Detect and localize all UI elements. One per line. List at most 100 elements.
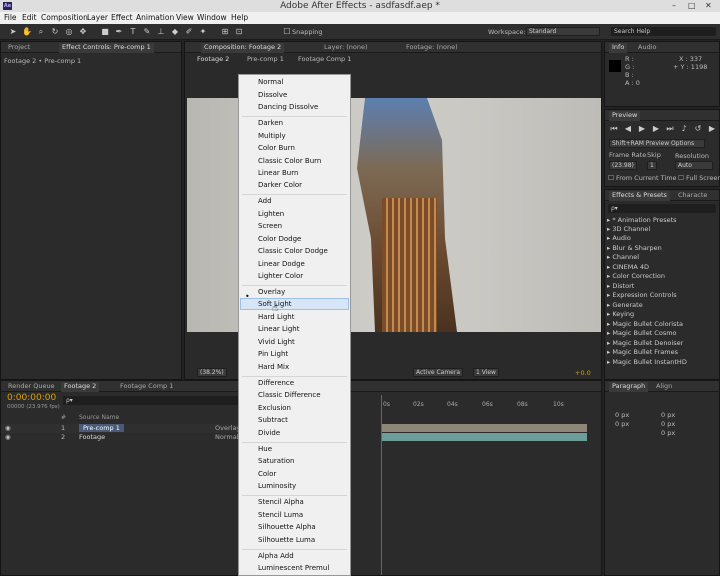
effects-category[interactable]: ▸ * Animation Presets	[607, 216, 677, 224]
blend-mode-linear-light[interactable]: Linear Light	[258, 325, 299, 333]
zoom-select[interactable]: (38.2%)	[197, 368, 227, 377]
tab-audio[interactable]: Audio	[635, 43, 659, 53]
puppet-tool-icon[interactable]: ✦	[198, 27, 208, 37]
blend-mode-divide[interactable]: Divide	[258, 429, 280, 437]
blend-mode-silhouette-luma[interactable]: Silhouette Luma	[258, 536, 315, 544]
blend-mode-normal[interactable]: Normal	[258, 78, 283, 86]
blend-mode-classic-color-dodge[interactable]: Classic Color Dodge	[258, 247, 328, 255]
blend-mode-exclusion[interactable]: Exclusion	[258, 404, 291, 412]
effects-category[interactable]: ▸ CINEMA 4D	[607, 263, 649, 271]
blend-mode-stencil-alpha[interactable]: Stencil Alpha	[258, 498, 304, 506]
blend-mode-vivid-light[interactable]: Vivid Light	[258, 338, 295, 346]
tab-footage-2[interactable]: Footage 2	[61, 382, 100, 392]
eraser-tool-icon[interactable]: ◆	[170, 27, 180, 37]
effects-category[interactable]: ▸ Audio	[607, 234, 631, 242]
indent-left-value[interactable]: 0 px	[615, 411, 629, 419]
blend-mode-hard-light[interactable]: Hard Light	[258, 313, 294, 321]
flow-tab-footage-comp-1[interactable]: Footage Comp 1	[298, 55, 351, 63]
tab-character[interactable]: Characte	[675, 191, 710, 201]
effects-category[interactable]: ▸ 3D Channel	[607, 225, 650, 233]
blend-mode-lighter-color[interactable]: Lighter Color	[258, 272, 303, 280]
blend-mode-overlay[interactable]: Overlay	[258, 288, 285, 296]
clone-tool-icon[interactable]: ⊥	[156, 27, 166, 37]
frame-rate-select[interactable]: (23.98)	[609, 161, 637, 170]
tab-paragraph[interactable]: Paragraph	[609, 382, 649, 392]
menu-effect[interactable]: Effect	[111, 13, 133, 22]
blend-mode-dissolve[interactable]: Dissolve	[258, 91, 287, 99]
space-before-value[interactable]: 0 px	[661, 420, 675, 428]
blend-mode-classic-color-burn[interactable]: Classic Color Burn	[258, 157, 321, 165]
camera-select[interactable]: Active Camera	[413, 368, 464, 377]
menu-edit[interactable]: Edit	[22, 13, 37, 22]
visibility-eye-icon[interactable]: ◉	[5, 424, 11, 432]
tab-layer[interactable]: Layer: (none)	[321, 43, 371, 53]
tab-effects-presets[interactable]: Effects & Presets	[609, 191, 670, 201]
tab-info[interactable]: Info	[609, 43, 628, 53]
hand-tool-icon[interactable]: ✋	[22, 27, 32, 37]
layer-name[interactable]: Pre-comp 1	[79, 424, 124, 432]
blend-mode-lighten[interactable]: Lighten	[258, 210, 284, 218]
blend-mode-color-dodge[interactable]: Color Dodge	[258, 235, 301, 243]
roto-brush-tool-icon[interactable]: ✐	[184, 27, 194, 37]
blend-mode-dancing-dissolve[interactable]: Dancing Dissolve	[258, 103, 318, 111]
play-icon[interactable]: ▶	[637, 124, 647, 134]
tab-project[interactable]: Project	[5, 43, 33, 53]
pen-tool-icon[interactable]: ✒	[114, 27, 124, 37]
layer-bar-pre-comp[interactable]	[381, 424, 587, 432]
minimize-button[interactable]: –	[672, 1, 676, 10]
menu-composition[interactable]: Composition	[41, 13, 88, 22]
rectangle-tool-icon[interactable]: ■	[100, 27, 110, 37]
menu-layer[interactable]: Layer	[87, 13, 108, 22]
blend-mode-stencil-luma[interactable]: Stencil Luma	[258, 511, 303, 519]
snapping-checkbox[interactable]: ☐	[282, 27, 292, 37]
layer-bar-footage[interactable]	[381, 433, 587, 441]
full-screen-checkbox[interactable]: ☐	[678, 174, 684, 182]
first-frame-icon[interactable]: ⏮	[609, 124, 619, 134]
blend-mode-darken[interactable]: Darken	[258, 119, 283, 127]
local-axis-icon[interactable]: ⊞	[220, 27, 230, 37]
effects-category[interactable]: ▸ Magic Bullet InstantHD	[607, 358, 687, 366]
effects-category[interactable]: ▸ Magic Bullet Colorista	[607, 320, 683, 328]
camera-tool-icon[interactable]: ◎	[64, 27, 74, 37]
loop-icon[interactable]: ↺	[693, 124, 703, 134]
last-frame-icon[interactable]: ⏭	[665, 124, 675, 134]
effects-category[interactable]: ▸ Expression Controls	[607, 291, 677, 299]
effects-category[interactable]: ▸ Blur & Sharpen	[607, 244, 662, 252]
timecode[interactable]: 0:00:00:00	[7, 393, 56, 403]
blend-mode-hard-mix[interactable]: Hard Mix	[258, 363, 289, 371]
effects-category[interactable]: ▸ Keying	[607, 310, 634, 318]
tab-render-queue[interactable]: Render Queue	[5, 382, 58, 392]
blend-mode-classic-difference[interactable]: Classic Difference	[258, 391, 321, 399]
exposure-value[interactable]: +0.0	[575, 369, 591, 377]
effects-category[interactable]: ▸ Channel	[607, 253, 639, 261]
blend-mode-saturation[interactable]: Saturation	[258, 457, 295, 465]
type-tool-icon[interactable]: T	[128, 27, 138, 37]
search-help-input[interactable]: Search Help	[611, 27, 716, 36]
indent-first-value[interactable]: 0 px	[615, 420, 629, 428]
tab-align[interactable]: Align	[653, 382, 675, 392]
effects-category[interactable]: ▸ Magic Bullet Denoiser	[607, 339, 683, 347]
blend-mode-silhouette-alpha[interactable]: Silhouette Alpha	[258, 523, 316, 531]
blend-mode-pin-light[interactable]: Pin Light	[258, 350, 288, 358]
flow-tab-footage-2[interactable]: Footage 2	[197, 55, 229, 63]
next-frame-icon[interactable]: ▶	[651, 124, 661, 134]
effects-search-input[interactable]: ρ▾	[608, 204, 716, 213]
tab-composition[interactable]: Composition: Footage 2	[201, 43, 285, 53]
workspace-select[interactable]: Standard	[526, 27, 600, 36]
blend-mode-linear-dodge[interactable]: Linear Dodge	[258, 260, 305, 268]
blend-mode-difference[interactable]: Difference	[258, 379, 294, 387]
effects-category[interactable]: ▸ Magic Bullet Cosmo	[607, 329, 677, 337]
world-axis-icon[interactable]: ⊡	[234, 27, 244, 37]
resolution-select[interactable]: Auto	[675, 161, 713, 170]
blend-mode-luminescent-premul[interactable]: Luminescent Premul	[258, 564, 329, 572]
blend-mode-add[interactable]: Add	[258, 197, 272, 205]
menu-help[interactable]: Help	[231, 13, 248, 22]
playhead[interactable]	[381, 395, 382, 575]
pan-behind-tool-icon[interactable]: ✥	[78, 27, 88, 37]
effects-category[interactable]: ▸ Magic Bullet Frames	[607, 348, 678, 356]
space-after-value[interactable]: 0 px	[661, 429, 675, 437]
layer-mode[interactable]: Overlay	[215, 424, 240, 432]
timeline-search-input[interactable]: ρ▾	[63, 396, 239, 405]
from-current-checkbox[interactable]: ☐	[608, 174, 614, 182]
rotate-tool-icon[interactable]: ↻	[50, 27, 60, 37]
